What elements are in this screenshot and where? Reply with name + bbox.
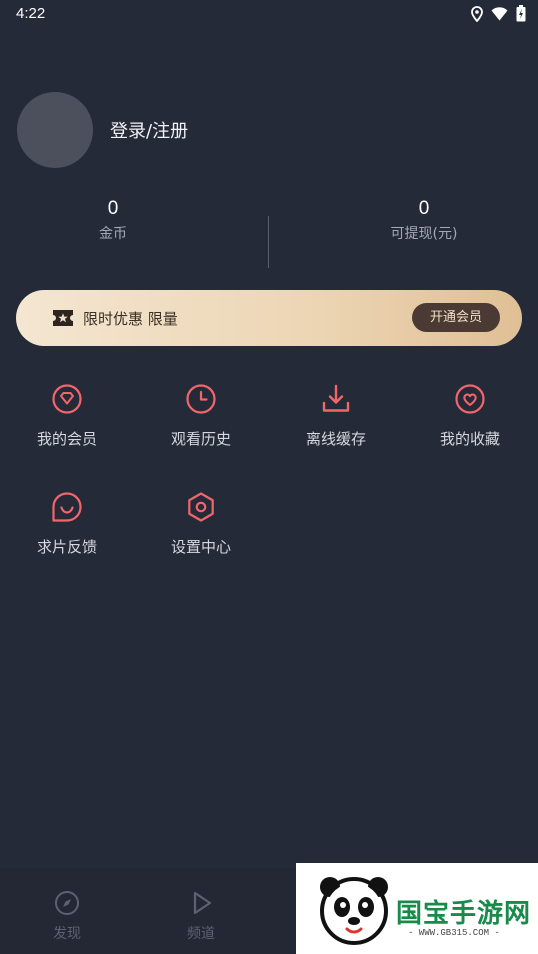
location-icon: [471, 5, 483, 22]
clock-icon: [186, 384, 216, 414]
menu-label: 我的收藏: [439, 430, 500, 448]
watermark-name: 国宝手游网: [396, 899, 532, 929]
status-time: 4:22: [16, 5, 46, 22]
wifi-icon: [491, 6, 508, 20]
menu-item-favorites[interactable]: 我的收藏: [403, 383, 537, 449]
hexagon-settings-icon: [188, 492, 214, 522]
menu-label: 观看历史: [170, 430, 231, 448]
play-icon: [193, 891, 212, 915]
diamond-icon: [52, 384, 82, 414]
panda-logo-icon: [320, 877, 388, 945]
battery-icon: [516, 5, 526, 22]
withdrawable-value: 0: [418, 198, 430, 219]
stats-panel: 0 金币 0 可提现(元): [0, 196, 538, 268]
nav-item-discover[interactable]: 发现: [37, 890, 97, 943]
heart-icon: [455, 384, 485, 414]
open-vip-button[interactable]: 开通会员: [412, 303, 500, 332]
menu-item-my-vip[interactable]: 我的会员: [0, 383, 134, 449]
login-register-link[interactable]: 登录/注册: [110, 117, 188, 143]
coins-stat[interactable]: 0 金币: [13, 196, 213, 243]
nav-label: 发现: [53, 926, 81, 942]
stats-divider: [268, 216, 269, 268]
vip-promo-text: 限时优惠 限量: [83, 310, 178, 328]
withdrawable-stat[interactable]: 0 可提现(元): [324, 196, 524, 243]
menu-label: 设置中心: [170, 538, 231, 556]
menu-item-settings[interactable]: 设置中心: [134, 491, 268, 557]
vip-promo-banner[interactable]: 限时优惠 限量 开通会员: [16, 290, 522, 346]
ticket-star-icon: [53, 310, 73, 326]
chat-smile-icon: [52, 492, 82, 522]
menu-item-offline-cache[interactable]: 离线缓存: [269, 383, 403, 449]
coins-label: 金币: [99, 226, 127, 242]
menu-label: 求片反馈: [36, 538, 97, 556]
nav-item-channels[interactable]: 频道: [171, 890, 231, 943]
watermark-url: - WWW.GB315.COM -: [408, 928, 500, 938]
coins-value: 0: [107, 198, 119, 219]
status-icons: [471, 5, 526, 22]
avatar[interactable]: [17, 92, 93, 168]
menu-item-request-feedback[interactable]: 求片反馈: [0, 491, 134, 557]
withdrawable-label: 可提现(元): [390, 226, 458, 242]
profile-header[interactable]: 登录/注册: [17, 92, 188, 168]
menu-label: 离线缓存: [305, 430, 366, 448]
menu-label: 我的会员: [36, 430, 97, 448]
watermark: 国宝手游网 - WWW.GB315.COM -: [296, 863, 538, 954]
compass-icon: [55, 891, 79, 915]
status-bar: 4:22: [0, 0, 538, 28]
menu-item-history[interactable]: 观看历史: [134, 383, 268, 449]
nav-label: 频道: [187, 926, 215, 942]
download-icon: [322, 384, 350, 412]
